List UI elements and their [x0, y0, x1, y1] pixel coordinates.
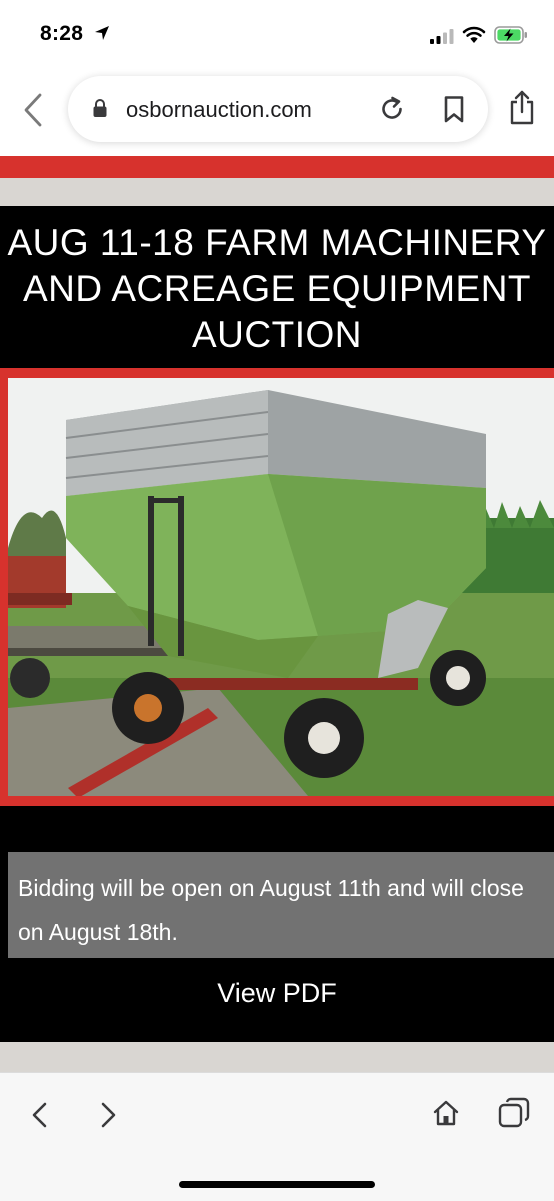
back-icon[interactable] [30, 1101, 50, 1129]
tabs-icon[interactable] [498, 1097, 530, 1129]
home-icon[interactable] [432, 1099, 460, 1127]
auction-info-section: Bidding will be open on August 11th and … [0, 806, 554, 1042]
status-time: 8:28 [40, 22, 84, 45]
wifi-icon [462, 26, 486, 43]
header-red-stripe [0, 156, 554, 178]
signal-icon [430, 29, 454, 44]
view-pdf-link[interactable]: View PDF [0, 978, 554, 1009]
auction-title-block: AUG 11-18 FARM MACHINERY AND ACREAGE EQU… [0, 206, 554, 368]
header-gray-band [0, 178, 554, 206]
address-bar[interactable]: osbornauction.com [68, 76, 488, 142]
lock-icon [93, 99, 107, 117]
bookmark-icon[interactable] [442, 95, 466, 123]
status-bar: 8:28 [0, 0, 554, 72]
browser-toolbar [0, 1072, 554, 1201]
back-chevron-icon[interactable] [20, 92, 46, 128]
footer-gray-band [0, 1042, 554, 1072]
location-arrow-icon [95, 26, 109, 40]
browser-bar: osbornauction.com [0, 72, 554, 156]
share-icon[interactable] [508, 90, 536, 126]
photo-frame [0, 368, 554, 806]
auction-title: AUG 11-18 FARM MACHINERY AND ACREAGE EQU… [7, 222, 547, 355]
bidding-info-text: Bidding will be open on August 11th and … [18, 875, 524, 945]
home-indicator[interactable] [179, 1181, 375, 1188]
reload-icon[interactable] [378, 95, 406, 123]
bidding-info-box: Bidding will be open on August 11th and … [8, 852, 554, 958]
battery-charging-icon [494, 26, 527, 44]
url-text: osbornauction.com [126, 97, 312, 122]
gravity-wagon-photo [8, 378, 554, 796]
forward-icon[interactable] [98, 1101, 118, 1129]
